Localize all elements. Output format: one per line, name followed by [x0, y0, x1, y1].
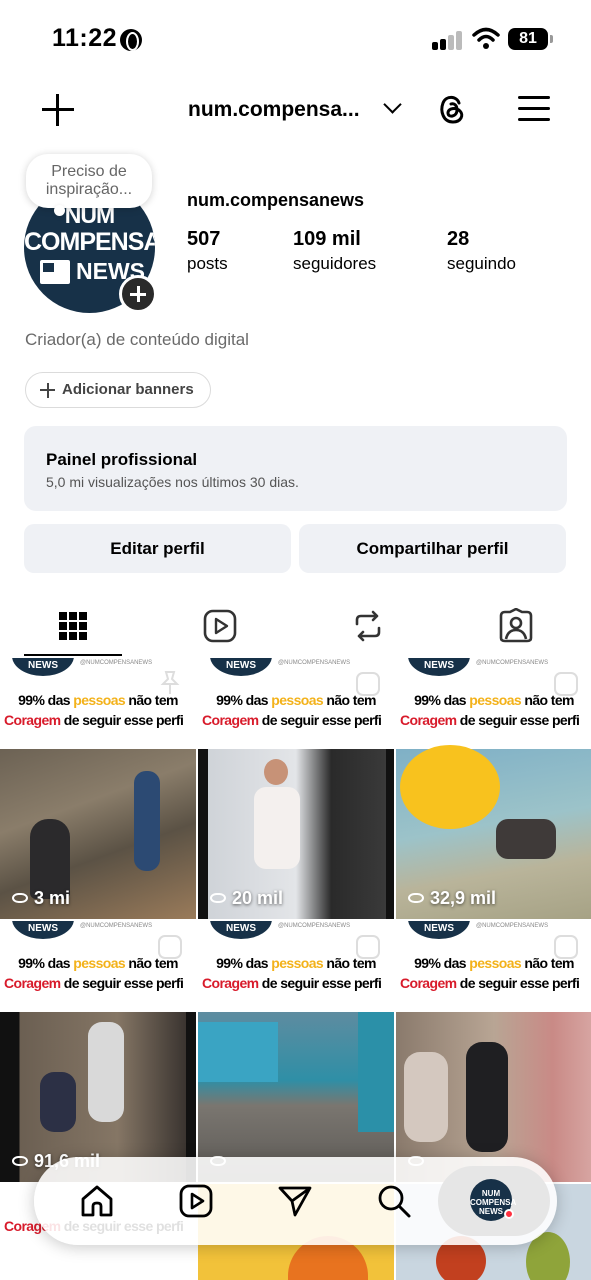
post-handle: @NUMCOMPENSANEWS	[278, 923, 351, 929]
post-logo: NEWS	[210, 658, 272, 676]
profile-note-bubble[interactable]: Preciso de inspiração...	[26, 154, 152, 216]
account-switcher-username[interactable]: num.compensa...	[188, 98, 360, 122]
active-tab-indicator	[24, 654, 122, 656]
profile-tabs	[0, 598, 591, 658]
person-figure	[254, 787, 300, 869]
post-caption-line2: Coragem de seguir esse perfi	[202, 712, 382, 728]
post-caption-line1: 99% das pessoas não tem	[414, 692, 574, 708]
post-logo: NEWS	[12, 658, 74, 676]
post-logo: NEWS	[12, 921, 74, 939]
profile-name: num.compensanews	[187, 190, 365, 210]
post-handle: @NUMCOMPENSANEWS	[80, 923, 153, 929]
tagged-icon[interactable]	[498, 608, 534, 644]
post-caption-line2: Coragem de seguir esse perfi	[4, 712, 184, 728]
post-logo: NEWS	[408, 921, 470, 939]
search-icon[interactable]	[376, 1183, 412, 1219]
home-icon[interactable]	[79, 1183, 115, 1219]
newspaper-icon	[40, 260, 70, 284]
person-figure	[134, 771, 160, 871]
add-banners-button[interactable]: Adicionar banners	[25, 372, 211, 408]
person-figure	[40, 1072, 76, 1132]
followers-count[interactable]: 109 mil seguidores	[293, 228, 376, 274]
globe-icon	[120, 29, 142, 51]
notification-dot	[504, 1209, 514, 1219]
post-thumbnail[interactable]: NEWS @NUMCOMPENSANEWS 99% das pessoas nã…	[198, 658, 394, 919]
person-figure	[88, 1022, 124, 1122]
post-banner: NEWS @NUMCOMPENSANEWS 99% das pessoas nã…	[198, 921, 394, 1012]
send-icon[interactable]	[277, 1183, 313, 1219]
post-banner: NEWS @NUMCOMPENSANEWS 99% das pessoas nã…	[396, 658, 591, 749]
following-count[interactable]: 28 seguindo	[447, 228, 516, 274]
clock: 11:22	[52, 24, 118, 52]
post-banner: NEWS @NUMCOMPENSANEWS 99% das pessoas nã…	[198, 658, 394, 749]
dashboard-title: Painel profissional	[46, 450, 198, 469]
post-banner: NEWS @NUMCOMPENSANEWS 99% das pessoas nã…	[396, 921, 591, 1012]
post-caption-line1: 99% das pessoas não tem	[414, 955, 574, 971]
post-caption-line1: 99% das pessoas não tem	[18, 692, 178, 708]
eye-icon	[12, 1156, 28, 1166]
status-bar: 11:22 81	[0, 0, 591, 70]
post-banner: NEWS @NUMCOMPENSANEWS 99% das pessoas nã…	[0, 658, 196, 749]
post-thumbnail[interactable]: NEWS @NUMCOMPENSANEWS 99% das pessoas nã…	[0, 658, 196, 919]
person-figure	[404, 1052, 448, 1142]
add-story-plus-icon[interactable]	[119, 275, 157, 313]
post-image: 3 mi	[0, 749, 196, 919]
post-caption-line1: 99% das pessoas não tem	[216, 955, 376, 971]
eye-icon	[408, 893, 424, 903]
post-caption-line2: Coragem de seguir esse perfi	[4, 975, 184, 991]
post-thumbnail[interactable]: NEWS @NUMCOMPENSANEWS 99% das pessoas nã…	[396, 921, 591, 1182]
house-wall	[198, 1022, 278, 1082]
post-banner: NEWS @NUMCOMPENSANEWS 99% das pessoas nã…	[0, 921, 196, 1012]
person-figure	[264, 759, 288, 785]
battery-indicator: 81	[508, 28, 553, 50]
post-logo: NEWS	[210, 921, 272, 939]
view-count: 3 mi	[12, 888, 70, 909]
threads-icon[interactable]	[436, 92, 468, 126]
view-count: 20 mil	[210, 888, 283, 909]
avatar-logo-text: COMPENSA	[24, 228, 155, 256]
post-thumbnail[interactable]: NEWS @NUMCOMPENSANEWS 99% das pessoas nã…	[396, 658, 591, 919]
post-thumbnail[interactable]: NEWS @NUMCOMPENSANEWS 99% das pessoas nã…	[198, 921, 394, 1182]
view-count: 32,9 mil	[408, 888, 496, 909]
post-thumbnail[interactable]: NEWS @NUMCOMPENSANEWS 99% das pessoas nã…	[0, 921, 196, 1182]
chevron-down-icon[interactable]	[383, 95, 402, 114]
bottom-nav: NUM COMPENSA NEWS	[34, 1157, 557, 1245]
profile-header: num.compensa...	[0, 80, 591, 140]
post-caption-line2: Coragem de seguir esse perfi	[400, 712, 580, 728]
laughing-emoji-icon	[400, 745, 500, 829]
profile-category: Criador(a) de conteúdo digital	[25, 330, 249, 349]
edit-profile-button[interactable]: Editar perfil	[24, 524, 291, 573]
person-figure	[496, 819, 556, 859]
post-handle: @NUMCOMPENSANEWS	[278, 660, 351, 666]
professional-dashboard[interactable]: Painel profissional 5,0 mi visualizações…	[24, 426, 567, 511]
house-wall	[358, 1012, 394, 1132]
cellular-signal-icon	[432, 30, 464, 50]
create-plus-icon[interactable]	[42, 94, 74, 126]
post-handle: @NUMCOMPENSANEWS	[476, 660, 549, 666]
post-handle: @NUMCOMPENSANEWS	[80, 660, 153, 666]
reposts-icon[interactable]	[350, 608, 386, 644]
post-handle: @NUMCOMPENSANEWS	[476, 923, 549, 929]
dashboard-subtitle: 5,0 mi visualizações nos últimos 30 dias…	[46, 474, 299, 490]
hamburger-menu-icon[interactable]	[518, 96, 550, 122]
eye-icon	[210, 893, 226, 903]
share-profile-button[interactable]: Compartilhar perfil	[299, 524, 566, 573]
post-image: 20 mil	[198, 749, 394, 919]
reels-icon[interactable]	[178, 1183, 214, 1219]
post-caption-line2: Coragem de seguir esse perfi	[202, 975, 382, 991]
person-figure	[30, 819, 70, 899]
post-caption-line2: Coragem de seguir esse perfi	[400, 975, 580, 991]
eye-icon	[12, 893, 28, 903]
post-caption-line1: 99% das pessoas não tem	[18, 955, 178, 971]
grid-icon[interactable]	[55, 608, 91, 644]
reels-icon[interactable]	[202, 608, 238, 644]
posts-count[interactable]: 507 posts	[187, 228, 228, 274]
post-image: 32,9 mil	[396, 745, 591, 919]
person-figure	[466, 1042, 508, 1152]
post-logo: NEWS	[408, 658, 470, 676]
wifi-icon	[472, 27, 500, 49]
post-caption-line1: 99% das pessoas não tem	[216, 692, 376, 708]
